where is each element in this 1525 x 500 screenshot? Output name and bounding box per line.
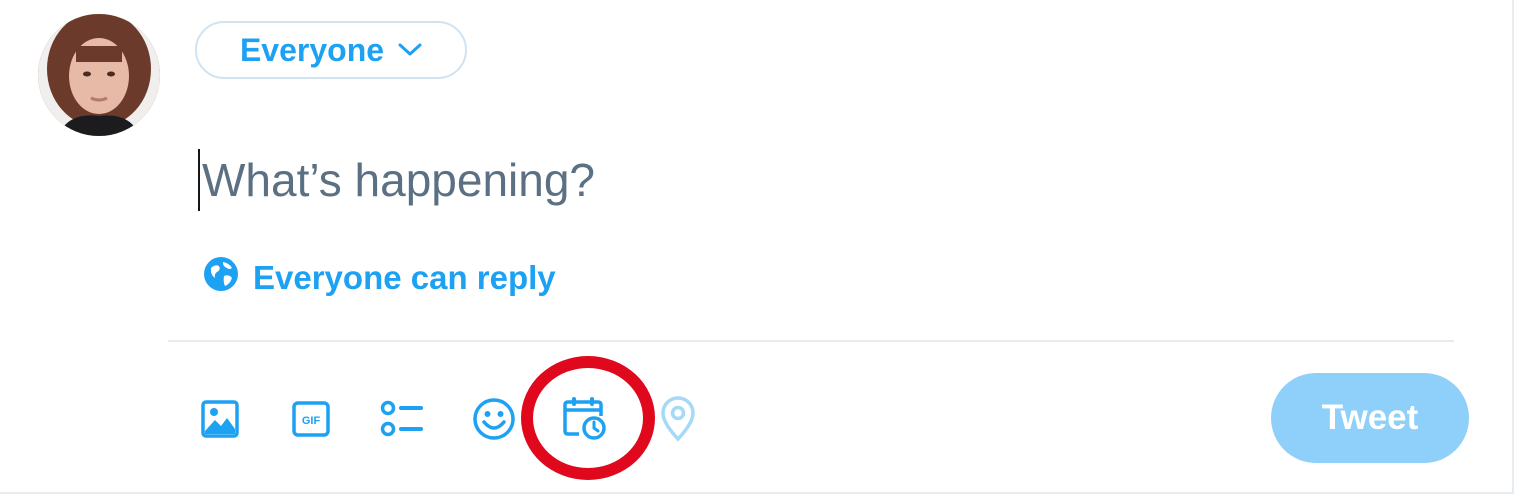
chevron-down-icon [398,43,422,57]
reply-setting-button[interactable]: Everyone can reply [203,256,556,300]
reply-setting-label: Everyone can reply [253,259,556,296]
poll-icon[interactable] [380,396,426,442]
globe-icon [203,256,239,300]
text-caret [198,149,200,211]
divider [168,340,1454,342]
tweet-composer: Everyone What’s happening? Everyone can … [0,0,1514,494]
gif-icon-text: GIF [302,415,321,427]
audience-dropdown-button[interactable]: Everyone [195,21,467,79]
schedule-icon[interactable] [562,396,608,442]
audience-label: Everyone [239,31,385,68]
media-icon[interactable] [197,396,243,442]
gif-icon[interactable]: GIF [288,396,334,442]
avatar[interactable] [38,14,160,136]
location-icon[interactable] [655,396,701,442]
tweet-text-input[interactable]: What’s happening? [198,145,1298,215]
emoji-icon[interactable] [471,396,517,442]
tweet-input-placeholder: What’s happening? [202,154,595,206]
tweet-button[interactable]: Tweet [1271,373,1469,463]
